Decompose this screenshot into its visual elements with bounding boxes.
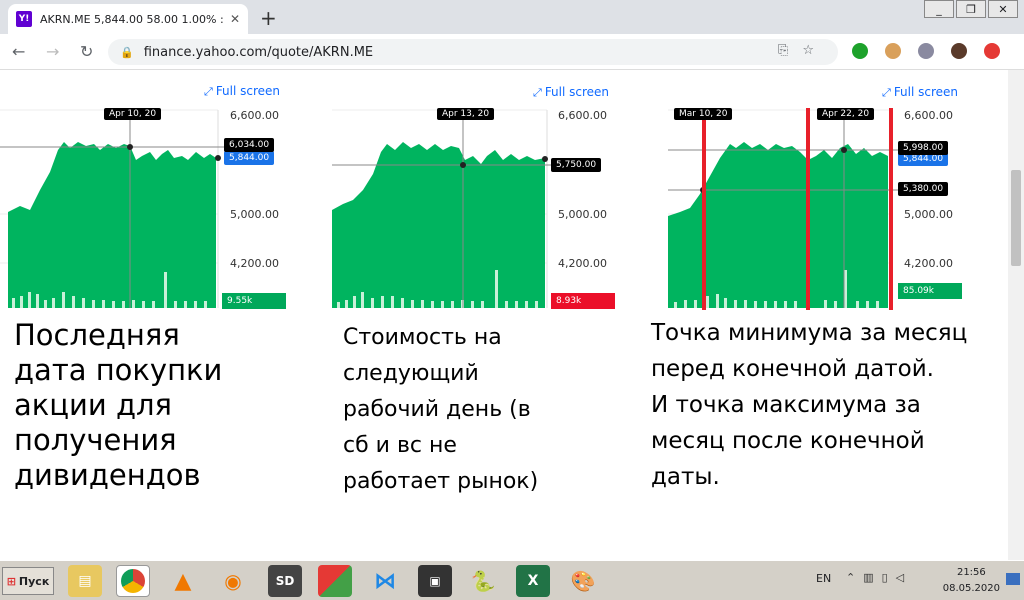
extension-green-icon[interactable] (852, 43, 868, 59)
caption-line: Точка минимума за месяц (651, 320, 968, 346)
y-tick-label: 5,000.00 (904, 208, 953, 221)
maximize-icon[interactable]: ❐ (956, 0, 986, 18)
avatar[interactable] (951, 43, 967, 59)
explorer-icon[interactable]: ▤ (68, 565, 102, 597)
red-marker-line (806, 108, 810, 310)
clock[interactable]: 21:56 08.05.2020 (943, 565, 1000, 597)
terminal-icon[interactable]: ▣ (418, 565, 452, 597)
caption-line: дивидендов (14, 458, 201, 492)
caption-line: Стоимость на (343, 325, 502, 350)
back-icon[interactable]: ← (12, 42, 25, 61)
vlc-icon[interactable]: ▲ (166, 565, 200, 597)
start-label: Пуск (18, 574, 50, 588)
caption-line: рабочий день (в (343, 397, 531, 422)
hover-price-tag: 5,750.00 (551, 158, 602, 172)
tab-title: AKRN.ME 5,844.00 58.00 1.00% : A (40, 12, 224, 26)
page-scrollbar[interactable] (1008, 70, 1024, 560)
chart-1-plot (0, 109, 226, 308)
price-area (668, 142, 888, 308)
clock-date: 08.05.2020 (942, 583, 1000, 594)
excel-icon[interactable]: X (516, 565, 550, 597)
windows-flag-icon[interactable] (318, 565, 352, 597)
lock-icon: 🔒 (120, 45, 134, 59)
y-tick-label: 4,200.00 (904, 257, 953, 270)
red-marker-line (702, 108, 706, 310)
y-tick-label: 6,600.00 (558, 109, 607, 122)
close-tab-icon[interactable]: ✕ (230, 12, 240, 26)
caption-line: акции для (14, 388, 172, 422)
windows-taskbar: ⊞ Пуск ▤ ▲ ◉ SD ⋈ ▣ 🐍 X 🎨 EN ⌃▥▯◁ 21:56 0… (0, 560, 1024, 600)
caption-line: сб и вс не (343, 433, 457, 458)
audacity-icon[interactable]: ◉ (216, 565, 250, 597)
price-area (332, 142, 545, 308)
caption-line: месяц после конечной (651, 428, 925, 454)
red-marker-line (889, 108, 893, 310)
forward-icon[interactable]: → (46, 42, 59, 61)
show-desktop-icon[interactable] (1006, 573, 1020, 585)
cookie-icon[interactable] (885, 43, 901, 59)
chart-1: ⤢ Full screen Apr 10, 20 6,600.00 5,000.0… (0, 70, 310, 315)
caption-2: Стоимость на следующий рабочий день (в с… (343, 320, 538, 500)
caption-3: Точка минимума за месяц перед конечной д… (651, 315, 967, 495)
language-indicator[interactable]: EN (816, 572, 831, 585)
tab-strip: Y! AKRN.ME 5,844.00 58.00 1.00% : A ✕ + … (0, 0, 1024, 34)
current-price-tag: 5,844.00 (224, 151, 275, 165)
new-tab-icon[interactable]: + (260, 6, 277, 30)
caption-line: следующий (343, 361, 479, 386)
hover-price-tag: 5,998.00 (898, 141, 949, 155)
extension-chat-icon[interactable] (918, 43, 934, 59)
date-tooltip: Apr 10, 20 (104, 108, 162, 120)
scrollbar-thumb[interactable] (1011, 170, 1021, 266)
caption-line: работает рынок) (343, 469, 539, 494)
y-tick-label: 6,600.00 (230, 109, 279, 122)
y-tick-label: 5,000.00 (230, 208, 279, 221)
chart-3: ⤢ Full screen Mar 10, 20 Apr 22, 20 6,60… (660, 70, 970, 315)
y-tick-label: 4,200.00 (558, 257, 607, 270)
paint-icon[interactable]: 🎨 (566, 565, 600, 597)
date-tooltip: Apr 22, 20 (817, 108, 875, 120)
translate-and-star-icon[interactable]: ⎘☆ (778, 43, 828, 58)
start-button[interactable]: ⊞ Пуск (2, 567, 54, 595)
page-content: ⤢ Full screen Apr 10, 20 6,600.00 5,000.0… (0, 70, 1008, 560)
caption-line: дата покупки (14, 353, 223, 387)
caption-1: Последняя дата покупки акции для получен… (14, 318, 222, 493)
minimize-icon[interactable]: _ (924, 0, 954, 18)
date-tooltip: Apr 13, 20 (437, 108, 495, 120)
volume-tag: 9.55k (222, 293, 286, 309)
windows-logo-icon: ⊞ (6, 574, 16, 588)
caption-line: И точка максимума за (651, 392, 921, 418)
sd-settings-icon[interactable]: SD (268, 565, 302, 597)
y-tick-label: 5,000.00 (558, 208, 607, 221)
chart-2-plot (332, 109, 551, 308)
window-controls: _ ❐ ✕ (922, 0, 1018, 18)
vscode-icon[interactable]: ⋈ (368, 565, 402, 597)
volume-tag: 85.09k (898, 283, 962, 299)
price-area (8, 142, 216, 308)
y-tick-label: 4,200.00 (230, 257, 279, 270)
caption-line: получения (14, 423, 177, 457)
chart-2: ⤢ Full screen Apr 13, 20 6,600.00 5,000.0… (325, 70, 635, 315)
caption-line: перед конечной датой. (651, 356, 934, 382)
yahoo-favicon-icon: Y! (16, 11, 32, 27)
address-bar[interactable]: 🔒 finance.yahoo.com/quote/AKRN.ME ⎘☆ (108, 39, 838, 65)
caption-line: даты. (651, 464, 720, 490)
y-tick-label: 6,600.00 (904, 109, 953, 122)
hover-price-tag: 6,034.00 (224, 138, 275, 152)
date-tooltip: Mar 10, 20 (674, 108, 733, 120)
clock-time: 21:56 (956, 567, 986, 578)
extensions-area (852, 43, 1017, 59)
update-icon[interactable] (984, 43, 1000, 59)
close-window-icon[interactable]: ✕ (988, 0, 1018, 18)
volume-tag: 8.93k (551, 293, 615, 309)
tray-icons[interactable]: ⌃▥▯◁ (846, 571, 912, 584)
hover-price-tag: 5,380.00 (898, 182, 949, 196)
caption-line: Последняя (14, 318, 180, 352)
url-text: finance.yahoo.com/quote/AKRN.ME (143, 44, 374, 60)
reload-icon[interactable]: ↻ (80, 42, 93, 61)
python-icon[interactable]: 🐍 (466, 565, 500, 597)
browser-tab[interactable]: Y! AKRN.ME 5,844.00 58.00 1.00% : A ✕ (8, 4, 248, 34)
chrome-icon[interactable] (116, 565, 150, 597)
